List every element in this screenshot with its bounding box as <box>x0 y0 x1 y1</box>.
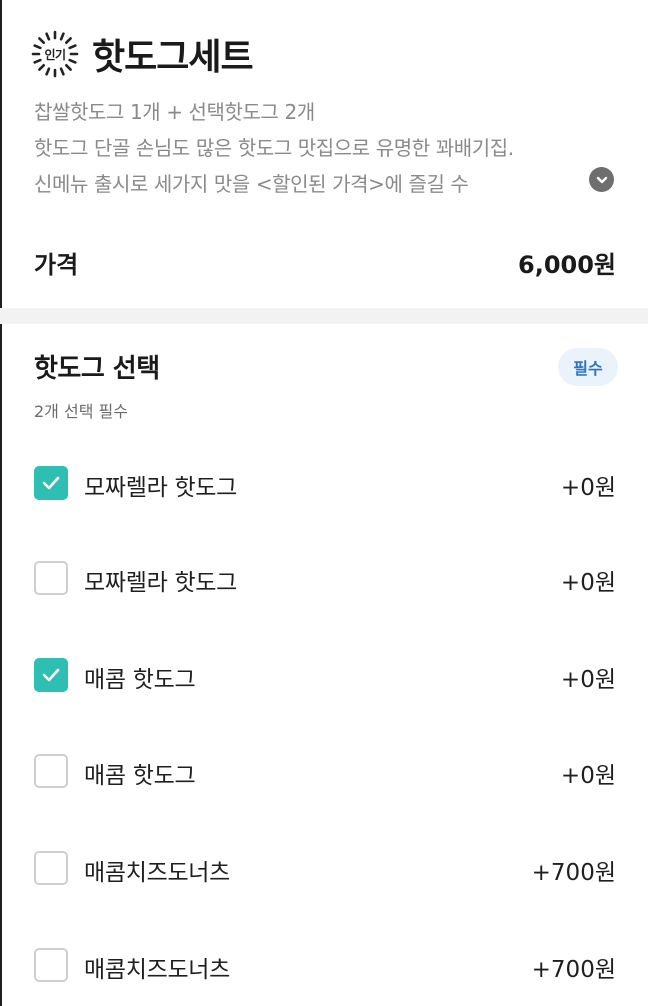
option-group-subtitle: 2개 선택 필수 <box>34 402 128 421</box>
checkbox[interactable] <box>34 851 68 885</box>
price-value: 6,000원 <box>518 251 616 279</box>
option-price: +0원 <box>560 570 616 596</box>
description-line: 신메뉴 출시로 세가지 맛을 <할인된 가격>에 즐길 수 <box>34 172 469 196</box>
expand-description-button[interactable] <box>589 167 614 192</box>
checkbox[interactable] <box>34 466 68 500</box>
option-price: +700원 <box>531 957 616 983</box>
option-label: 매콤 핫도그 <box>84 667 196 693</box>
option-label: 모짜렐라 핫도그 <box>84 570 238 596</box>
option-row[interactable]: 모짜렐라 핫도그 +0원 <box>0 453 648 513</box>
checkbox[interactable] <box>34 658 68 692</box>
option-row[interactable]: 매콤 핫도그 +0원 <box>0 645 648 705</box>
product-header: 인기 핫도그세트 찹쌀핫도그 1개 + 선택핫도그 2개 핫도그 단골 손님도 … <box>0 0 648 308</box>
checkbox[interactable] <box>34 948 68 982</box>
check-icon <box>42 476 60 490</box>
title-row: 인기 핫도그세트 <box>30 28 254 80</box>
option-price: +700원 <box>531 860 616 886</box>
option-row[interactable]: 모짜렐라 핫도그 +0원 <box>0 548 648 608</box>
product-title: 핫도그세트 <box>92 37 254 78</box>
check-icon <box>42 668 60 682</box>
checkbox[interactable] <box>34 754 68 788</box>
option-price: +0원 <box>560 763 616 789</box>
badge-label: 인기 <box>44 47 66 62</box>
description-line: 찹쌀핫도그 1개 + 선택핫도그 2개 <box>34 100 315 124</box>
option-label: 매콤치즈도너츠 <box>84 957 231 983</box>
option-price: +0원 <box>560 667 616 693</box>
checkbox[interactable] <box>34 561 68 595</box>
option-label: 모짜렐라 핫도그 <box>84 475 238 501</box>
option-label: 매콤 핫도그 <box>84 763 196 789</box>
option-price: +0원 <box>560 475 616 501</box>
option-row[interactable]: 매콤치즈도너츠 +700원 <box>0 838 648 898</box>
option-row[interactable]: 매콤 핫도그 +0원 <box>0 741 648 801</box>
price-label: 가격 <box>34 251 79 279</box>
option-row[interactable]: 매콤치즈도너츠 +700원 <box>0 935 648 995</box>
chevron-down-icon <box>596 176 607 183</box>
popular-badge: 인기 <box>30 29 80 79</box>
option-group-title: 핫도그 선택 <box>34 354 160 384</box>
required-badge: 필수 <box>558 348 618 386</box>
section-divider <box>0 308 648 324</box>
option-label: 매콤치즈도너츠 <box>84 860 231 886</box>
description-line: 핫도그 단골 손님도 많은 핫도그 맛집으로 유명한 꽈배기집. <box>34 136 514 160</box>
